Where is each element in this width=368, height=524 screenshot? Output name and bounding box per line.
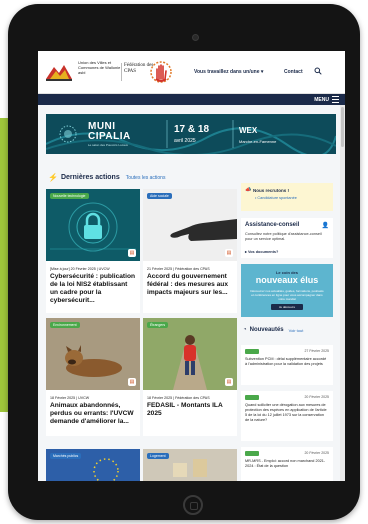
- nav-dropdown-vous-travaillez[interactable]: Vous travaillez dans un/une ▾: [194, 69, 263, 75]
- card-image-child: Étrangers ▤: [143, 318, 237, 390]
- main-nav-bar: MENU: [38, 94, 345, 105]
- nav-dropdown-label: Vous travaillez dans un/une: [194, 69, 260, 75]
- news-text: Quand solliciter une dérogation aux mesu…: [245, 403, 327, 422]
- dog-icon: [46, 318, 140, 390]
- news-all-link[interactable]: Voir tout: [289, 328, 304, 333]
- news-tag: [245, 395, 259, 400]
- card-title[interactable]: Accord du gouvernement fédéral : des mes…: [147, 273, 233, 297]
- nouveaux-elus-banner[interactable]: Le coin des nouveaux élus Découvrez nos …: [241, 264, 333, 317]
- news-tag: [245, 349, 259, 354]
- recruit-link-label: Candidature spontanée: [257, 196, 297, 200]
- user-icon: 👤: [321, 223, 329, 229]
- home-button[interactable]: [183, 495, 203, 515]
- camera-dot: [192, 34, 199, 41]
- banner-title: MUNI CIPALIA: [88, 122, 131, 142]
- assist-link-label: Vos documents?: [247, 250, 279, 254]
- card-image-public-markets: Marchés publics: [46, 449, 140, 481]
- document-icon: ▤: [225, 378, 233, 386]
- news-text: MR-MRS - Emploi: accord non marchand 202…: [245, 459, 326, 468]
- card-meta: [Mise à jour] 20 Février 2025 | UVCW: [50, 267, 110, 271]
- news-date: 20 Février 2025: [304, 451, 329, 455]
- tablet-screen: Union des Villes et Communes de Wallonie…: [38, 51, 345, 481]
- action-card[interactable]: Logement: [143, 449, 237, 481]
- news-title: Nouveautés: [249, 327, 284, 333]
- hand-icon: [170, 219, 237, 241]
- document-icon: ▤: [128, 378, 136, 386]
- banner-title-line2: CIPALIA: [88, 131, 131, 142]
- lock-icon: [50, 202, 136, 252]
- news-text: Subvention PCM : délai supplémentaire ac…: [245, 357, 327, 366]
- actions-title: Dernières actions: [60, 174, 120, 181]
- megaphone-icon: 📣: [245, 187, 252, 193]
- uvcw-logo-text: Union des Villes et Communes de Wallonie…: [78, 60, 121, 75]
- news-tag: [245, 451, 259, 456]
- card-image-housing: Logement: [143, 449, 237, 481]
- banner-venue: WEX: [239, 126, 258, 135]
- scrollbar-thumb[interactable]: [341, 107, 344, 147]
- card-image-hand: Aide sociale ▤: [143, 189, 237, 261]
- card-title[interactable]: Cybersécurité : publication de la loi NI…: [50, 273, 136, 305]
- card-image-cybersecurity: Nouvelle technologie ▤: [46, 189, 140, 261]
- chevron-down-icon: ▾: [260, 69, 264, 75]
- lightning-icon: ⚡: [48, 173, 58, 182]
- card-badge: Marchés publics: [50, 453, 82, 459]
- scrollbar-track[interactable]: [340, 105, 345, 481]
- card-badge: Logement: [147, 453, 169, 459]
- assist-title: Assistance-conseil: [245, 222, 300, 228]
- elus-big-title: nouveaux élus: [255, 275, 319, 285]
- card-title[interactable]: Animaux abandonnés, perdus ou errants: l…: [50, 402, 136, 426]
- municipalia-banner[interactable]: MUNI CIPALIA Le salon des Pouvoirs Locaux…: [46, 114, 336, 154]
- news-item[interactable]: 20 Février 2025 Quand solliciter une dér…: [241, 391, 333, 441]
- news-item[interactable]: 20 Février 2025 MR-MRS - Emploi: accord …: [241, 447, 333, 481]
- all-actions-link[interactable]: Toutes les actions: [126, 175, 166, 181]
- card-meta: 21 Février 2025 | Fédération des CPAS: [147, 267, 210, 271]
- news-date: 27 Février 2025: [304, 349, 329, 353]
- card-title[interactable]: FEDASIL - Montants ILA 2025: [147, 402, 233, 418]
- action-card[interactable]: Aide sociale ▤ 21 Février 2025 | Fédérat…: [143, 189, 237, 313]
- document-icon: ▤: [128, 249, 136, 257]
- action-card[interactable]: Étrangers ▤ 18 Février 2025 | Fédération…: [143, 318, 237, 436]
- card-meta: 18 Février 2025 | Fédération des CPAS: [147, 396, 210, 400]
- banner-venue-location: Marche-en-Famenne: [239, 139, 277, 144]
- card-badge: Nouvelle technologie: [50, 193, 89, 199]
- assist-link[interactable]: ▸ Vos documents?: [245, 249, 278, 254]
- site-header: Union des Villes et Communes de Wallonie…: [38, 51, 345, 94]
- uvcw-logo[interactable]: [44, 59, 74, 83]
- card-badge: Environnement: [50, 322, 80, 328]
- logo-separator: [121, 63, 122, 81]
- menu-button[interactable]: MENU: [314, 96, 339, 103]
- news-item[interactable]: 27 Février 2025 Subvention PCM : délai s…: [241, 345, 333, 385]
- contact-link[interactable]: Contact: [284, 69, 303, 75]
- banner-tagline: Le salon des Pouvoirs Locaux: [88, 143, 129, 147]
- action-card[interactable]: Nouvelle technologie ▤ [Mise à jour] 20 …: [46, 189, 140, 313]
- rss-icon: ◔: [243, 327, 247, 333]
- banner-month-year: avril 2025: [174, 138, 196, 144]
- child-walking-icon: [143, 318, 237, 390]
- cpas-hand-logo[interactable]: [148, 57, 174, 87]
- banner-dates: 17 & 18: [174, 124, 210, 135]
- card-badge: Aide sociale: [147, 193, 172, 199]
- assist-description: Consultez notre politique d'assistance-c…: [245, 232, 322, 241]
- search-icon[interactable]: [314, 67, 322, 75]
- assistance-box: Assistance-conseil 👤 Consultez notre pol…: [241, 218, 333, 258]
- menu-label: MENU: [314, 96, 329, 103]
- document-icon: ▤: [225, 249, 233, 257]
- recruit-link[interactable]: • Candidature spontanée: [255, 196, 297, 200]
- recruit-box: 📣 Nous recrutons ! • Candidature spontan…: [241, 183, 333, 211]
- card-image-dog: Environnement ▤: [46, 318, 140, 390]
- news-section-header: ◔ Nouveautés Voir tout: [243, 327, 303, 333]
- elus-description: Découvrez nos actualités, guides, format…: [250, 289, 324, 301]
- action-card[interactable]: Marchés publics: [46, 449, 140, 481]
- news-date: 20 Février 2025: [304, 395, 329, 399]
- hamburger-icon: [332, 96, 339, 103]
- card-badge: Étrangers: [147, 322, 169, 328]
- card-meta: 18 Février 2025 | UVCW: [50, 396, 90, 400]
- recruit-title: Nous recrutons !: [253, 188, 290, 193]
- actions-section-header: ⚡ Dernières actions Toutes les actions: [48, 173, 165, 182]
- elus-discover-button[interactable]: Je découvre: [271, 304, 303, 310]
- action-card[interactable]: Environnement ▤ 18 Février 2025 | UVCW A…: [46, 318, 140, 436]
